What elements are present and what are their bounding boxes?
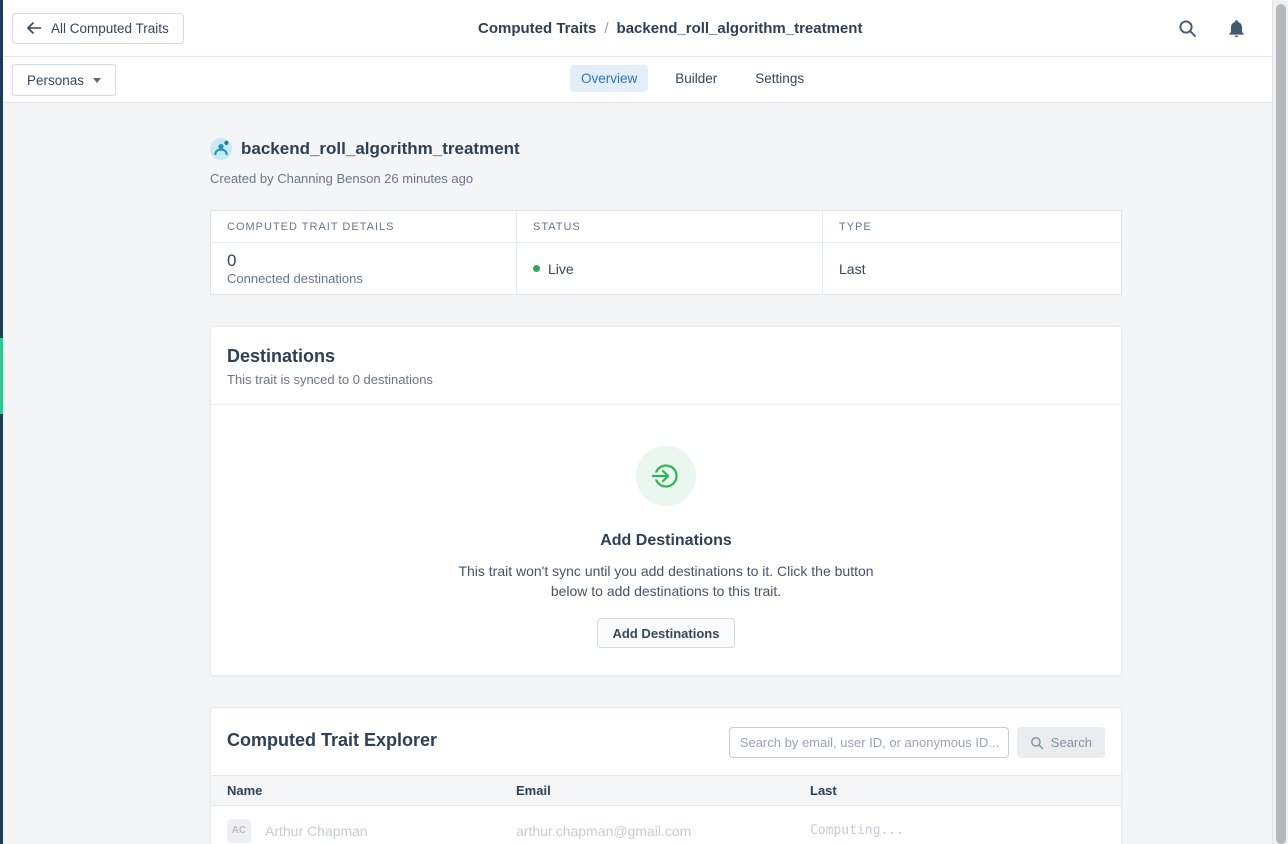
destinations-title: Destinations [227, 346, 1105, 367]
destinations-subtitle: This trait is synced to 0 destinations [227, 372, 1105, 387]
computed-trait-explorer-card: Computed Trait Explorer Search Name Emai… [210, 707, 1122, 844]
explorer-table-header: Name Email Last [211, 775, 1121, 806]
destinations-empty-state: Add Destinations This trait won't sync u… [211, 404, 1121, 675]
user-last-value-cell: Computing... [810, 823, 1121, 838]
trait-details-table: COMPUTED TRAIT DETAILS STATUS TYPE 0 Con… [210, 210, 1122, 295]
main-content: backend_roll_algorithm_treatment Created… [210, 103, 1122, 844]
destinations-card: Destinations This trait is synced to 0 d… [210, 326, 1122, 676]
table-row[interactable]: AC Arthur Chapman arthur.chapman@gmail.c… [211, 806, 1121, 844]
breadcrumb-separator: / [604, 20, 608, 37]
left-nav-rail [0, 0, 3, 844]
trait-type-value: Last [839, 261, 1105, 277]
add-destination-enter-icon [636, 446, 696, 506]
tab-builder[interactable]: Builder [664, 65, 728, 92]
scrollbar-thumb[interactable] [1276, 4, 1286, 844]
column-header-last: Last [810, 783, 1121, 798]
notifications-bell-icon[interactable] [1227, 18, 1246, 39]
user-name-cell: Arthur Chapman [265, 823, 368, 839]
details-table-body: 0 Connected destinations Live Last [211, 243, 1121, 294]
column-header-name: Name [211, 783, 516, 798]
personas-workspace-dropdown[interactable]: Personas [12, 64, 116, 96]
details-table-header: COMPUTED TRAIT DETAILS STATUS TYPE [211, 211, 1121, 243]
empty-state-description: This trait won't sync until you add dest… [440, 561, 892, 601]
empty-state-title: Add Destinations [211, 532, 1121, 550]
tab-settings[interactable]: Settings [744, 65, 815, 92]
live-status-dot [533, 265, 540, 272]
connected-destinations-label: Connected destinations [227, 271, 500, 286]
computed-trait-icon [210, 138, 232, 160]
search-icon[interactable] [1178, 19, 1197, 38]
top-header: All Computed Traits Computed Traits / ba… [0, 0, 1272, 57]
status-column-header: STATUS [517, 211, 823, 243]
explorer-title: Computed Trait Explorer [227, 730, 437, 751]
left-rail-active-indicator [0, 338, 3, 414]
breadcrumb: Computed Traits / backend_roll_algorithm… [478, 0, 862, 57]
breadcrumb-parent[interactable]: Computed Traits [478, 20, 596, 37]
trait-created-by: Created by Channing Benson 26 minutes ag… [210, 171, 1122, 186]
add-destinations-button[interactable]: Add Destinations [597, 618, 736, 648]
details-column-header: COMPUTED TRAIT DETAILS [211, 211, 517, 243]
column-header-email: Email [516, 783, 810, 798]
user-email-cell: arthur.chapman@gmail.com [516, 823, 810, 839]
back-arrow-icon [27, 22, 42, 34]
breadcrumb-current: backend_roll_algorithm_treatment [617, 20, 863, 37]
explorer-search-input[interactable] [729, 727, 1009, 758]
search-button-label: Search [1051, 735, 1092, 750]
type-column-header: TYPE [823, 211, 1121, 243]
back-to-all-computed-traits-button[interactable]: All Computed Traits [12, 13, 184, 44]
status-badge: Live [548, 261, 574, 277]
workspace-button-label: Personas [27, 73, 84, 88]
tab-bar: Overview Builder Settings [570, 65, 815, 92]
page-title: backend_roll_algorithm_treatment [241, 139, 520, 159]
avatar: AC [227, 819, 251, 843]
explorer-search-button[interactable]: Search [1017, 727, 1105, 758]
vertical-scrollbar[interactable] [1272, 0, 1288, 844]
secondary-nav-bar: Personas Overview Builder Settings [0, 57, 1272, 103]
trait-header: backend_roll_algorithm_treatment Created… [210, 103, 1122, 186]
connected-destinations-count: 0 [227, 251, 500, 270]
search-icon [1030, 736, 1044, 750]
back-button-label: All Computed Traits [51, 21, 169, 36]
chevron-down-icon [93, 78, 101, 83]
tab-overview[interactable]: Overview [570, 65, 648, 92]
